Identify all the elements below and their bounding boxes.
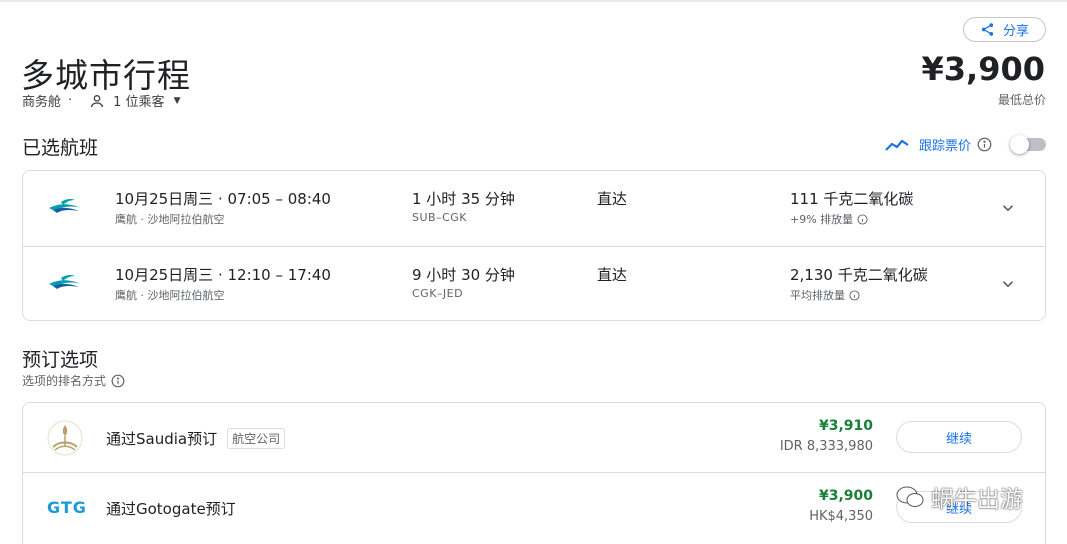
option-price: ¥3,900 [818,488,873,504]
vendor-label: 通过Gotogate预订 [106,500,236,518]
booking-options-title: 预订选项 [22,349,99,371]
top-divider [0,0,1067,2]
flight-route: CGK–JED [412,287,464,300]
separator-dot: · [68,93,73,108]
share-label: 分享 [1002,24,1029,39]
emission-note: 平均排放量 [790,287,860,303]
flight-emission: 2,130 千克二氧化碳 [790,266,928,284]
flight-duration: 1 小时 35 分钟 [412,190,515,208]
garuda-logo-icon [49,198,81,213]
booking-options-card: 通过Saudia预订 航空公司 ¥3,910 IDR 8,333,980 继续 … [22,402,1046,544]
option-alt-price: HK$4,350 [809,509,873,524]
track-prices[interactable]: 跟踪票价 [885,135,992,154]
chevron-down-icon[interactable] [999,275,1017,293]
flight-stops: 直达 [597,190,628,208]
page-title: 多城市行程 [21,56,191,95]
share-button[interactable]: 分享 [963,17,1046,42]
flight-duration: 9 小时 30 分钟 [412,266,515,284]
total-price: ¥3,900 [921,50,1045,88]
emission-note-label: 平均排放量 [790,289,845,302]
watermark-text: 蜗牛出游 [931,487,1023,513]
caret-down-icon[interactable]: ▼ [174,96,181,106]
wechat-icon [896,486,924,507]
passenger-count[interactable]: 1 位乘客 [113,91,164,110]
continue-button[interactable]: 继续 [896,421,1022,453]
cabin-class[interactable]: 商务舱 [22,91,61,110]
flight-times: 10月25日周三 · 12:10 – 17:40 [115,266,331,284]
flight-airline: 鹰航 · 沙地阿拉伯航空 [115,289,225,302]
garuda-logo-icon [49,274,81,289]
sort-label: 选项的排名方式 [22,374,107,388]
saudia-logo-icon [47,420,83,456]
flight-stops: 直达 [597,266,628,284]
info-icon[interactable] [977,137,992,152]
flight-airline: 鹰航 · 沙地阿拉伯航空 [115,213,225,226]
booking-option-row[interactable]: 通过Saudia预订 航空公司 ¥3,910 IDR 8,333,980 继续 [23,403,1045,472]
gotogate-logo: GTG [47,498,87,517]
track-prices-label: 跟踪票价 [919,139,972,154]
info-icon[interactable] [849,289,860,301]
selected-flights-title: 已选航班 [22,137,99,159]
booking-option-row[interactable]: GTG 通过Gotogate预订 ¥3,900 HK$4,350 继续 [23,472,1045,541]
emission-note-label: +9% 排放量 [790,213,854,226]
watermark: 蜗牛出游 [895,480,1023,514]
toggle-knob [1010,135,1029,154]
flight-row[interactable]: 10月25日周三 · 12:10 – 17:40 鹰航 · 沙地阿拉伯航空 9 … [23,246,1045,321]
chevron-down-icon[interactable] [999,199,1017,217]
flight-times: 10月25日周三 · 07:05 – 08:40 [115,190,331,208]
info-icon[interactable] [857,213,868,225]
option-price: ¥3,910 [818,418,873,434]
vendor-name: 通过Saudia预订 航空公司 [106,428,286,449]
trend-icon [885,139,909,151]
price-caption: 最低总价 [997,93,1046,107]
trip-options-line: 商务舱 · 1 位乘客 ▼ [22,91,180,110]
sort-info[interactable]: 选项的排名方式 [22,372,125,389]
selected-flights-card: 10月25日周三 · 07:05 – 08:40 鹰航 · 沙地阿拉伯航空 1 … [22,170,1046,321]
share-icon [981,23,994,36]
person-icon [91,94,104,107]
airline-tag: 航空公司 [227,428,286,449]
track-prices-toggle[interactable] [1010,135,1046,154]
flight-route: SUB–CGK [412,211,467,224]
vendor-name: 通过Gotogate预订 [106,498,236,519]
emission-note: +9% 排放量 [790,211,868,227]
flight-row[interactable]: 10月25日周三 · 07:05 – 08:40 鹰航 · 沙地阿拉伯航空 1 … [23,171,1045,246]
info-icon[interactable] [111,374,125,388]
vendor-label: 通过Saudia预订 [106,430,218,448]
flight-emission: 111 千克二氧化碳 [790,190,914,208]
option-alt-price: IDR 8,333,980 [779,439,873,454]
